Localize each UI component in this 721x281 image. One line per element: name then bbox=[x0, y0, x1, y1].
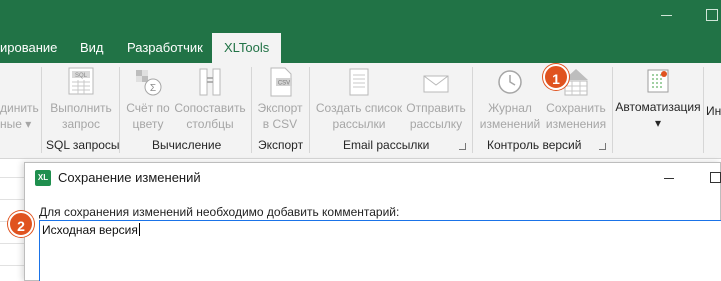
tab-developer[interactable]: Разработчик bbox=[127, 33, 203, 63]
button-label: изменений bbox=[479, 117, 541, 131]
csv-file-icon: CSV bbox=[270, 67, 292, 97]
history-icon bbox=[498, 70, 522, 94]
group-separator bbox=[309, 67, 310, 153]
tab-xltools[interactable]: XLTools bbox=[212, 33, 282, 63]
comment-text: Исходная версия bbox=[42, 223, 138, 237]
button-label: ▾ bbox=[654, 116, 662, 130]
text-caret bbox=[138, 223, 140, 236]
dialog-launcher-icon[interactable] bbox=[599, 143, 606, 150]
group-label-email: Email рассылки bbox=[343, 138, 430, 152]
group-label-calculation: Вычисление bbox=[152, 138, 222, 152]
button-label: Сопоставить bbox=[174, 101, 246, 115]
button-label: Отправить bbox=[406, 101, 466, 115]
comment-prompt: Для сохранения изменений необходимо доба… bbox=[39, 205, 400, 219]
button-label: Счёт по bbox=[126, 101, 170, 115]
group-label-sql: SQL запросы bbox=[46, 138, 120, 152]
match-columns-icon bbox=[199, 68, 221, 96]
step-marker-1: 1 bbox=[543, 64, 569, 90]
match-columns-button[interactable]: Сопоставить столбцы bbox=[174, 66, 246, 132]
button-label: изменения bbox=[545, 117, 607, 131]
button-label: столбцы bbox=[186, 117, 234, 131]
step-marker-2: 2 bbox=[8, 211, 34, 237]
export-csv-button[interactable]: CSV Экспорт в CSV bbox=[254, 66, 306, 132]
dialog-minimize-icon[interactable] bbox=[664, 178, 674, 179]
automation-icon bbox=[647, 69, 669, 93]
automation-button[interactable]: Автоматизация ▾ bbox=[614, 65, 702, 131]
xltools-logo-icon: XL bbox=[35, 170, 51, 186]
button-label: Автоматизация bbox=[615, 100, 701, 114]
group-separator bbox=[472, 67, 473, 153]
sql-query-icon: SQL bbox=[68, 67, 94, 95]
svg-text:CSV: CSV bbox=[278, 81, 290, 87]
button-label: Создать список bbox=[315, 101, 403, 115]
group-label-version-control: Контроль версий bbox=[487, 138, 582, 152]
group-separator bbox=[251, 67, 252, 153]
tab-view[interactable]: Вид bbox=[80, 33, 104, 63]
ribbon-panel: динить ные ▾ SQL Выполнить запрос SQL за… bbox=[0, 63, 721, 159]
button-label: рассылки bbox=[332, 117, 386, 131]
dialog-launcher-icon[interactable] bbox=[459, 143, 466, 150]
group-separator bbox=[703, 67, 704, 153]
group-separator bbox=[119, 67, 120, 153]
svg-text:Σ: Σ bbox=[150, 83, 156, 94]
changes-log-button[interactable]: Журнал изменений bbox=[476, 66, 544, 132]
save-changes-dialog: XL Сохранение изменений Для сохранения и… bbox=[24, 162, 721, 281]
dialog-maximize-icon[interactable] bbox=[710, 172, 721, 183]
maximize-window-icon[interactable] bbox=[706, 9, 718, 21]
svg-text:SQL: SQL bbox=[75, 73, 88, 79]
title-bar bbox=[0, 0, 721, 33]
button-label: цвету bbox=[132, 117, 164, 131]
comment-input[interactable]: Исходная версия bbox=[39, 220, 721, 281]
combine-data-button[interactable]: динить ные ▾ bbox=[0, 66, 40, 132]
button-label: рассылку bbox=[409, 117, 463, 131]
button-label: Экспорт bbox=[257, 101, 303, 115]
button-label: Выполнить bbox=[50, 101, 112, 115]
run-query-button[interactable]: SQL Выполнить запрос bbox=[45, 66, 117, 132]
minimize-window-icon[interactable] bbox=[661, 9, 675, 23]
count-by-color-icon: Σ bbox=[136, 70, 162, 96]
create-mailing-list-button[interactable]: Создать список рассылки bbox=[315, 66, 403, 132]
button-label: Сохранить bbox=[546, 101, 606, 115]
mailing-list-icon bbox=[349, 68, 369, 96]
info-button[interactable]: Ин bbox=[706, 103, 721, 119]
group-separator bbox=[612, 67, 613, 153]
tab-review[interactable]: ирование bbox=[0, 33, 57, 63]
envelope-icon bbox=[423, 75, 449, 93]
group-label-export: Экспорт bbox=[258, 138, 304, 152]
button-label: Журнал bbox=[488, 101, 532, 115]
button-label: Ин bbox=[706, 104, 721, 118]
button-label: запрос bbox=[61, 117, 101, 131]
count-by-color-button[interactable]: Σ Счёт по цвету bbox=[122, 66, 174, 132]
button-label: динить bbox=[0, 101, 39, 115]
button-label: в CSV bbox=[262, 117, 298, 131]
send-mailing-button[interactable]: Отправить рассылку bbox=[404, 66, 468, 132]
ribbon-tabs: ирование Вид Разработчик XLTools bbox=[0, 33, 721, 93]
combine-icon bbox=[4, 66, 36, 98]
group-separator bbox=[41, 67, 42, 153]
dialog-title: Сохранение изменений bbox=[58, 170, 201, 185]
button-label: ные ▾ bbox=[0, 117, 32, 131]
